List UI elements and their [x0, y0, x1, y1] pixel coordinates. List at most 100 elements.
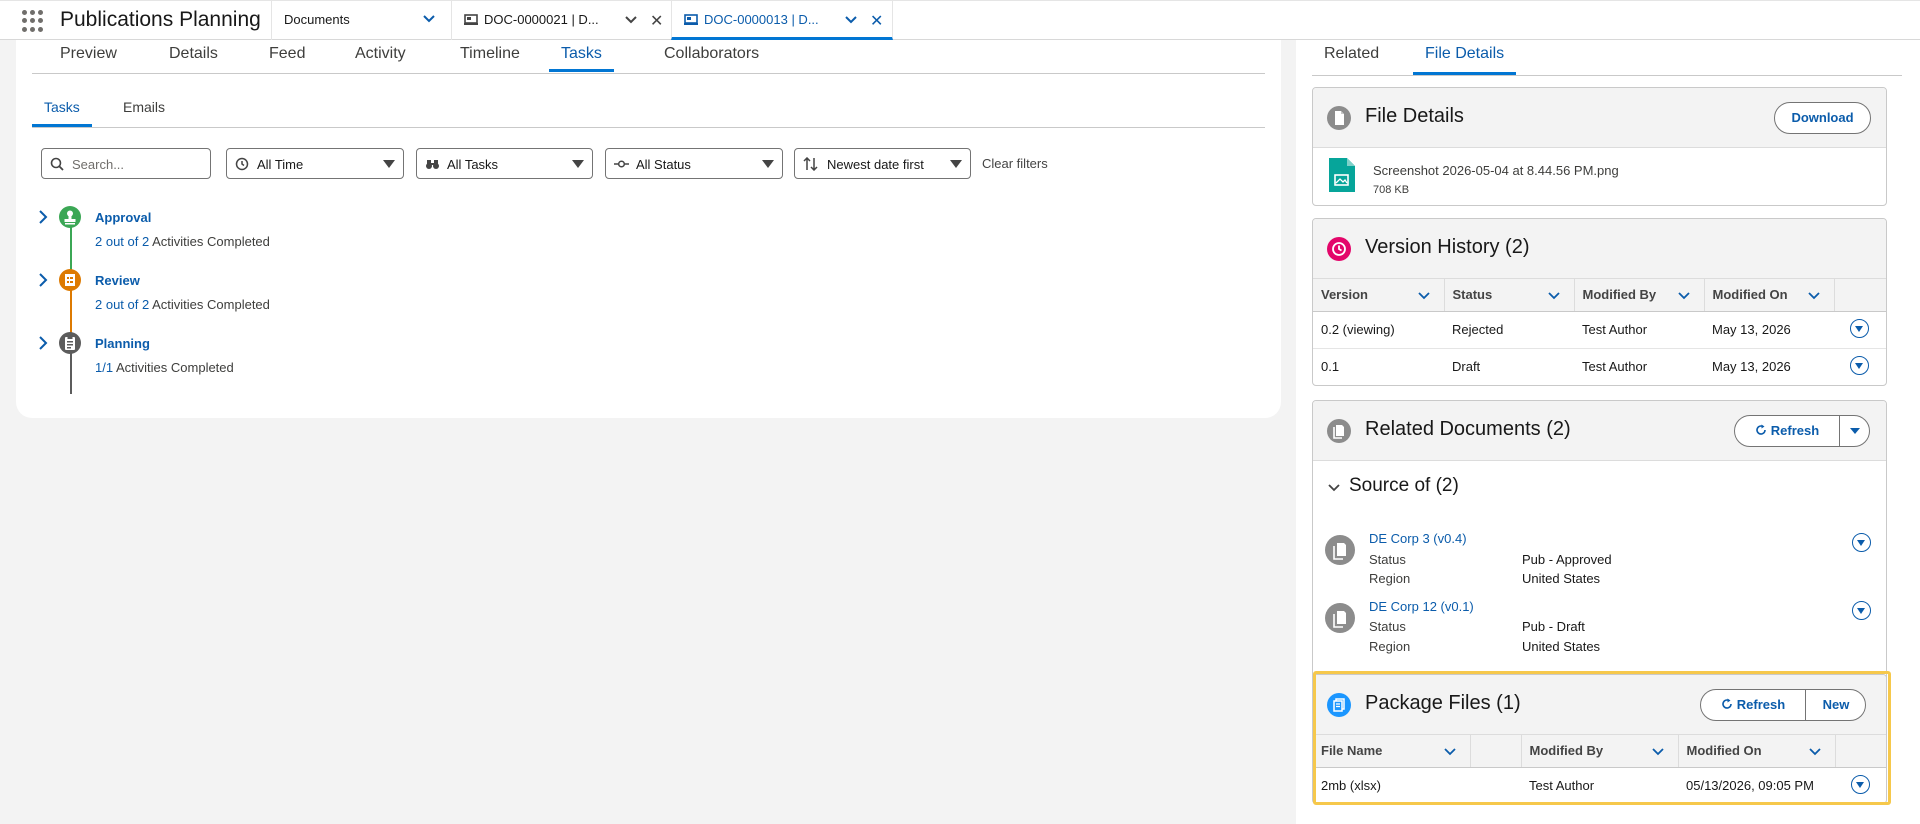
task-search-input[interactable]: Search... [41, 148, 211, 179]
column-header-modified-by[interactable]: Modified By [1574, 279, 1705, 312]
chevron-right-icon[interactable] [36, 334, 50, 352]
tab-related[interactable]: Related [1312, 45, 1391, 72]
field-label: Status [1369, 619, 1406, 634]
refresh-button[interactable]: Refresh [1735, 416, 1839, 446]
tab-timeline[interactable]: Timeline [460, 45, 520, 69]
record-tabs: Preview Details Feed Activity Timeline T… [32, 40, 1265, 74]
phase-progress-count: 2 out of 2 [95, 234, 150, 249]
column-header-version[interactable]: Version [1313, 279, 1445, 312]
status-filter-select[interactable]: All Status [605, 148, 783, 179]
review-icon [59, 269, 81, 291]
tab-feed[interactable]: Feed [269, 45, 305, 69]
subtab-tasks[interactable]: Tasks [32, 99, 92, 127]
chevron-down-icon[interactable] [844, 12, 858, 28]
related-document-link[interactable]: DE Corp 3 (v0.4) [1369, 531, 1467, 546]
version-history-card: Version History (2) Version Status Modif… [1312, 218, 1887, 386]
version-link[interactable]: 0.2 (viewing) [1313, 311, 1444, 349]
related-document-link[interactable]: DE Corp 12 (v0.1) [1369, 599, 1474, 614]
tab-tasks[interactable]: Tasks [549, 45, 614, 72]
tab-file-details[interactable]: File Details [1413, 45, 1517, 75]
row-actions-icon[interactable] [1852, 533, 1871, 552]
version-link[interactable]: 0.1 [1313, 348, 1444, 385]
field-value: Pub - Draft [1522, 619, 1585, 634]
sort-icon [803, 157, 818, 171]
chevron-down-icon[interactable] [1677, 291, 1690, 301]
caret-down-icon [1850, 428, 1860, 434]
modified-by-link[interactable]: Test Author [1574, 311, 1704, 349]
close-icon[interactable]: ✕ [870, 11, 883, 31]
app-name: Publications Planning [60, 8, 261, 31]
chevron-down-icon[interactable] [1417, 291, 1430, 301]
subtab-emails[interactable]: Emails [111, 99, 177, 124]
row-actions-icon[interactable] [1850, 318, 1869, 338]
chevron-right-icon[interactable] [36, 271, 50, 289]
chevron-down-icon[interactable] [624, 12, 638, 28]
related-document-item: DE Corp 12 (v0.1) Status Pub - Draft Reg… [1313, 599, 1886, 663]
time-filter-select[interactable]: All Time [226, 148, 404, 179]
tab-activity[interactable]: Activity [355, 45, 406, 69]
row-actions-icon[interactable] [1850, 355, 1869, 375]
tab-preview[interactable]: Preview [60, 45, 117, 69]
modified-by-link[interactable]: Test Author [1574, 348, 1704, 385]
phase-title[interactable]: Review [95, 273, 140, 288]
navigation-menu[interactable]: Documents [271, 1, 451, 40]
card-header: Version History (2) [1313, 219, 1886, 279]
chevron-down-icon[interactable] [422, 11, 436, 27]
card-title: File Details [1365, 105, 1464, 127]
tab-doc-0000021[interactable]: DOC-0000021 | D... ✕ [451, 1, 671, 40]
close-icon[interactable]: ✕ [650, 11, 663, 31]
field-value: United States [1522, 571, 1601, 586]
phase-progress-suffix: Activities Completed [152, 234, 270, 249]
version-history-table: Version Status Modified By Modified On 0… [1313, 279, 1886, 385]
clock-icon [1327, 237, 1351, 261]
phase-progress: 1/1 Activities Completed [95, 360, 234, 375]
table-row: 0.1 Draft Test Author May 13, 2026 [1313, 348, 1886, 385]
image-file-icon [1327, 158, 1357, 194]
phase-progress-count: 1/1 [95, 360, 114, 375]
chevron-right-icon[interactable] [36, 208, 50, 226]
documents-icon [1325, 535, 1355, 565]
document-icon [1327, 106, 1351, 130]
document-icon [464, 14, 478, 25]
activity-sub-tabs: Tasks Emails [32, 92, 1265, 128]
column-header-modified-on[interactable]: Modified On [1704, 279, 1835, 312]
chevron-down-icon[interactable] [1807, 291, 1820, 301]
section-title[interactable]: Source of (2) [1349, 475, 1459, 497]
search-placeholder: Search... [72, 157, 125, 172]
phase-progress: 2 out of 2 Activities Completed [95, 234, 270, 249]
top-bar: Publications Planning Documents DOC-0000… [0, 0, 1920, 40]
refresh-label: Refresh [1770, 423, 1820, 438]
chevron-down-icon[interactable] [1547, 291, 1560, 301]
version-status: Draft [1444, 348, 1574, 385]
clear-filters-link[interactable]: Clear filters [982, 156, 1048, 171]
download-button[interactable]: Download [1774, 102, 1871, 134]
file-name[interactable]: Screenshot 2026-05-04 at 8.44.56 PM.png [1373, 163, 1619, 178]
record-main-card: Preview Details Feed Activity Timeline T… [16, 40, 1281, 418]
caret-down-icon [762, 160, 774, 168]
phase-title[interactable]: Planning [95, 336, 150, 351]
modified-on: May 13, 2026 [1704, 348, 1834, 385]
tab-label: DOC-0000013 | D... [704, 12, 819, 27]
row-actions-cell [1834, 311, 1886, 349]
file-size: 708 KB [1373, 184, 1410, 196]
version-status: Rejected [1444, 311, 1574, 349]
tasks-filter-select[interactable]: All Tasks [416, 148, 593, 179]
more-actions-button[interactable] [1840, 416, 1870, 446]
tab-doc-0000013[interactable]: DOC-0000013 | D... ✕ [671, 1, 893, 40]
related-documents-card: Related Documents (2) Refresh Source of … [1312, 400, 1887, 701]
chevron-down-icon[interactable] [1327, 482, 1341, 494]
phase-approval: Approval 2 out of 2 Activities Completed [16, 206, 416, 256]
related-documents-actions: Refresh [1734, 415, 1870, 447]
card-header: Related Documents (2) Refresh [1313, 401, 1886, 461]
phase-title[interactable]: Approval [95, 210, 151, 225]
tab-details[interactable]: Details [169, 45, 218, 69]
tab-collaborators[interactable]: Collaborators [664, 45, 759, 69]
app-launcher-icon[interactable] [22, 10, 44, 32]
field-value: United States [1522, 639, 1601, 654]
phase-review: Review 2 out of 2 Activities Completed [16, 269, 416, 319]
row-actions-icon[interactable] [1852, 601, 1871, 620]
sort-select[interactable]: Newest date first [794, 148, 971, 179]
tasks-filter-value: All Tasks [447, 157, 499, 172]
status-filter-value: All Status [636, 157, 691, 172]
column-header-status[interactable]: Status [1444, 279, 1575, 312]
